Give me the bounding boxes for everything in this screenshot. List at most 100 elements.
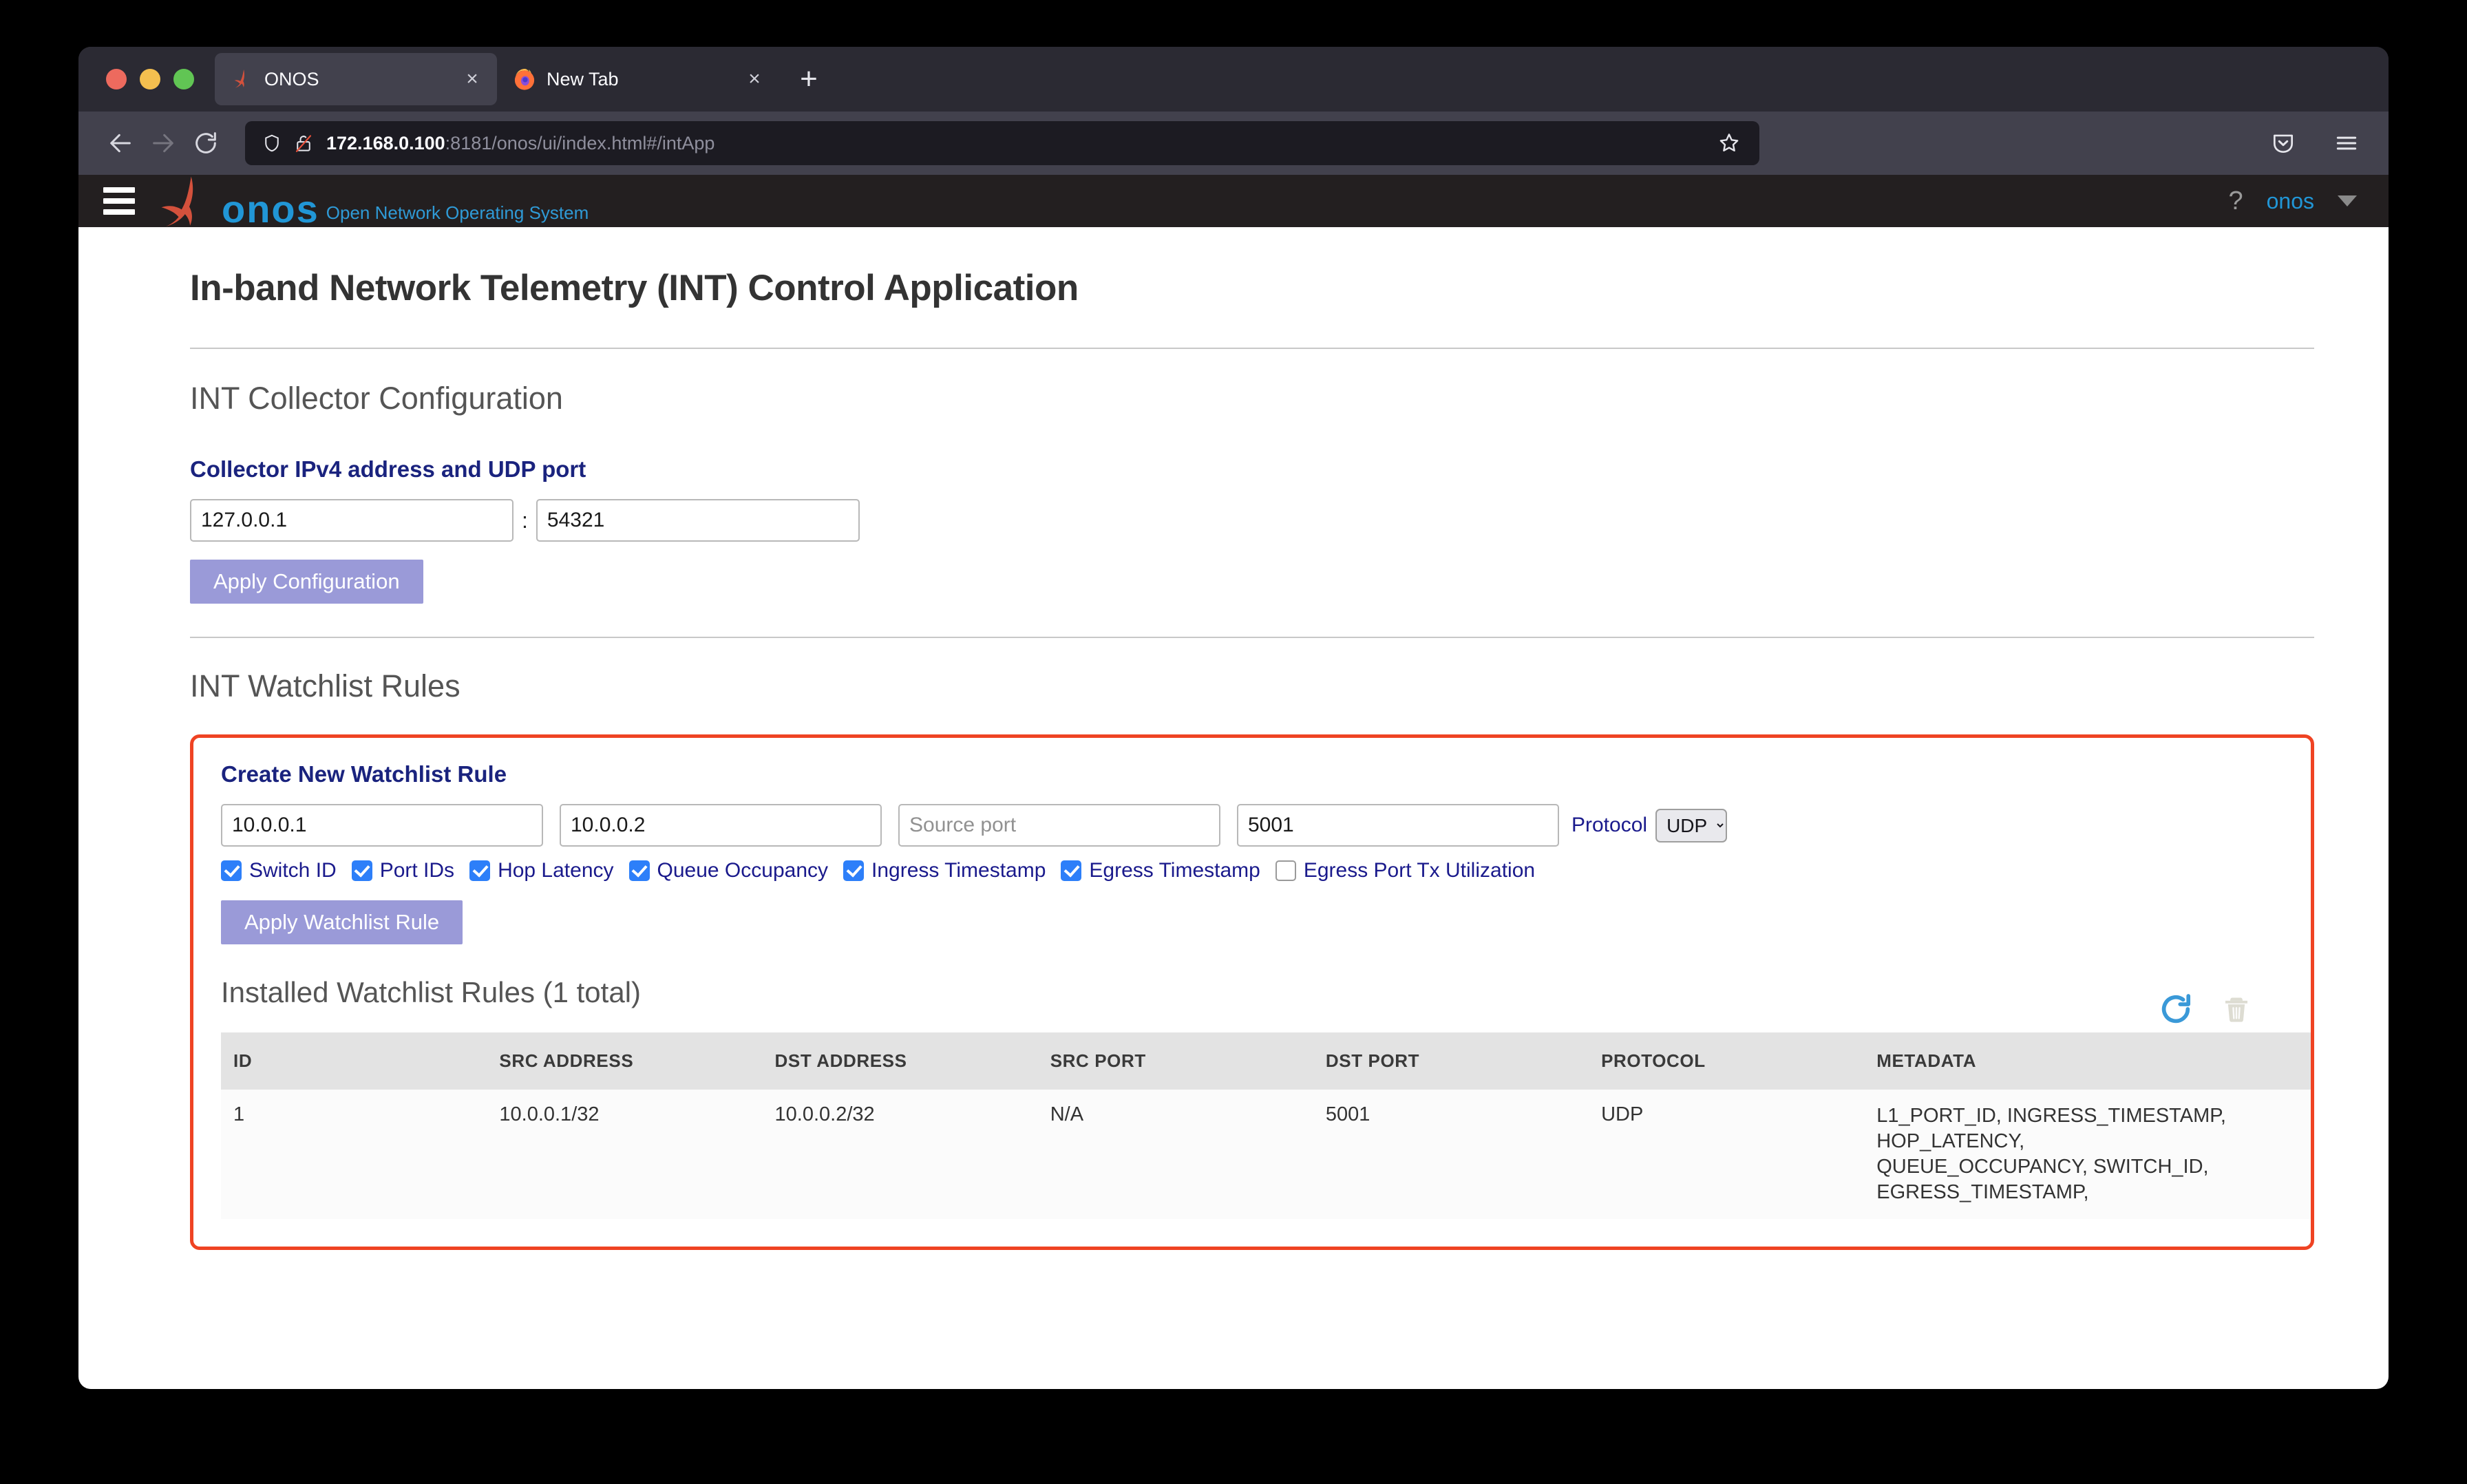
checkbox-ingress-timestamp[interactable] — [843, 860, 864, 881]
onos-masthead: onos Open Network Operating System ? ono… — [78, 175, 2389, 231]
column-header-metadata: METADATA — [1864, 1032, 2311, 1090]
cell-src-port: N/A — [1037, 1090, 1313, 1220]
metadata-checkbox-row: Switch ID Port IDs Hop Latency Queue Occupa… — [221, 859, 2311, 882]
column-header-src-address: SRC ADDRESS — [487, 1032, 763, 1090]
toolbar-right-group — [2248, 122, 2368, 165]
column-header-id: ID — [221, 1032, 487, 1090]
onos-wordmark: onos — [222, 187, 319, 231]
create-watchlist-rule-panel: Create New Watchlist Rule Protocol UDPTC… — [190, 734, 2314, 1251]
cell-id: 1 — [221, 1090, 487, 1220]
metadata-checkbox-item[interactable]: Switch ID — [221, 859, 337, 882]
shield-icon[interactable] — [256, 127, 288, 159]
protocol-label: Protocol — [1571, 814, 1648, 836]
protocol-select[interactable]: UDPTCP — [1655, 808, 1728, 842]
table-action-icons — [2158, 991, 2254, 1027]
checkbox-switch-id[interactable] — [221, 860, 242, 881]
table-row[interactable]: 1 10.0.0.1/32 10.0.0.2/32 N/A 5001 UDP L1_PORT… — [221, 1090, 2311, 1220]
cell-src-address: 10.0.0.1/32 — [487, 1090, 763, 1220]
rule-input-row: Protocol UDPTCP — [221, 804, 2311, 847]
metadata-checkbox-item[interactable]: Egress Port Tx Utilization — [1275, 859, 1535, 882]
create-rule-title: Create New Watchlist Rule — [221, 761, 507, 787]
close-window-button[interactable] — [106, 69, 127, 89]
checkbox-queue-occupancy[interactable] — [628, 860, 650, 881]
window-traffic-lights — [88, 69, 215, 89]
checkbox-label: Ingress Timestamp — [871, 859, 1046, 882]
onos-logo[interactable]: onos Open Network Operating System — [153, 176, 589, 231]
checkbox-label: Switch ID — [249, 859, 337, 882]
checkbox-label: Egress Port Tx Utilization — [1303, 859, 1536, 882]
collector-ip-input[interactable] — [190, 499, 513, 542]
pocket-icon[interactable] — [2262, 122, 2305, 165]
collector-colon: : — [522, 507, 528, 533]
installed-rules-title: Installed Watchlist Rules (1 total) — [221, 976, 642, 1008]
table-body: 1 10.0.0.1/32 10.0.0.2/32 N/A 5001 UDP L1_PORT… — [221, 1090, 2311, 1220]
onos-tagline: Open Network Operating System — [326, 202, 589, 223]
chevron-down-icon[interactable] — [2338, 195, 2357, 206]
column-header-src-port: SRC PORT — [1037, 1032, 1313, 1090]
src-port-input[interactable] — [898, 804, 1220, 847]
column-header-dst-address: DST ADDRESS — [762, 1032, 1038, 1090]
metadata-checkbox-item[interactable]: Port IDs — [351, 859, 454, 882]
table-head: ID SRC ADDRESS DST ADDRESS SRC PORT DST PORT… — [221, 1032, 2311, 1090]
firefox-favicon — [512, 67, 537, 92]
metadata-checkbox-item[interactable]: Hop Latency — [469, 859, 614, 882]
checkbox-port-ids[interactable] — [351, 860, 372, 881]
onos-bird-icon — [161, 176, 193, 226]
address-bar[interactable]: 172.168.0.100:8181/onos/ui/index.html#/i… — [245, 121, 1759, 165]
help-button[interactable]: ? — [2228, 188, 2243, 214]
forward-button[interactable] — [142, 122, 184, 165]
cell-metadata: L1_PORT_ID, INGRESS_TIMESTAMP, HOP_LATEN… — [1864, 1090, 2311, 1220]
tab-title: ONOS — [264, 68, 319, 89]
collector-section-title: INT Collector Configuration — [190, 381, 563, 416]
checkbox-label: Queue Occupancy — [657, 859, 828, 882]
watchlist-section-title: INT Watchlist Rules — [190, 668, 460, 703]
hamburger-icon[interactable] — [103, 187, 135, 215]
metadata-checkbox-item[interactable]: Ingress Timestamp — [843, 859, 1046, 882]
checkbox-egress-port-tx-utilization[interactable] — [1275, 860, 1296, 881]
close-tab-button[interactable]: × — [458, 65, 486, 93]
url-text: 172.168.0.100:8181/onos/ui/index.html#/i… — [326, 133, 1710, 154]
url-path: :8181/onos/ui/index.html#/intApp — [445, 132, 715, 153]
refresh-icon[interactable] — [2158, 991, 2194, 1027]
onos-favicon — [230, 67, 255, 92]
dst-port-input[interactable] — [1237, 804, 1559, 847]
table-header-row: ID SRC ADDRESS DST ADDRESS SRC PORT DST PORT… — [221, 1032, 2311, 1090]
cell-dst-address: 10.0.0.2/32 — [762, 1090, 1038, 1220]
url-host: 172.168.0.100 — [326, 132, 445, 153]
hamburger-menu-icon[interactable] — [2325, 122, 2368, 165]
collector-port-input[interactable] — [536, 499, 860, 542]
tab-strip: ONOS × New Tab × + — [78, 47, 2389, 112]
metadata-checkbox-item[interactable]: Queue Occupancy — [628, 859, 828, 882]
lock-broken-icon[interactable] — [288, 127, 319, 159]
checkbox-hop-latency[interactable] — [469, 860, 491, 881]
apply-configuration-button[interactable]: Apply Configuration — [190, 560, 423, 604]
checkbox-label: Egress Timestamp — [1089, 859, 1260, 882]
browser-tab-onos[interactable]: ONOS × — [215, 53, 497, 105]
cell-protocol: UDP — [1589, 1090, 1865, 1220]
reload-button[interactable] — [184, 122, 227, 165]
src-address-input[interactable] — [221, 804, 543, 847]
minimize-window-button[interactable] — [140, 69, 160, 89]
navigation-toolbar: 172.168.0.100:8181/onos/ui/index.html#/i… — [78, 112, 2389, 175]
metadata-checkbox-item[interactable]: Egress Timestamp — [1061, 859, 1260, 882]
close-tab-button[interactable]: × — [741, 65, 768, 93]
collector-sub-title: Collector IPv4 address and UDP port — [190, 456, 586, 482]
column-header-dst-port: DST PORT — [1313, 1032, 1589, 1090]
cell-dst-port: 5001 — [1313, 1090, 1589, 1220]
page-title: In-band Network Telemetry (INT) Control … — [190, 268, 1079, 308]
dst-address-input[interactable] — [560, 804, 882, 847]
collector-divider — [190, 637, 2314, 638]
title-divider — [190, 348, 2314, 349]
browser-window: ONOS × New Tab × + 172.168.0.100:8181/on… — [78, 47, 2389, 1389]
back-button[interactable] — [99, 122, 142, 165]
trash-icon[interactable] — [2219, 991, 2254, 1027]
browser-tab-newtab[interactable]: New Tab × — [497, 53, 779, 105]
checkbox-label: Hop Latency — [498, 859, 614, 882]
star-icon[interactable] — [1710, 124, 1748, 162]
maximize-window-button[interactable] — [173, 69, 194, 89]
new-tab-button[interactable]: + — [789, 59, 829, 99]
checkbox-egress-timestamp[interactable] — [1061, 860, 1082, 881]
installed-rules-table: ID SRC ADDRESS DST ADDRESS SRC PORT DST PORT… — [221, 1032, 2311, 1220]
user-menu-label[interactable]: onos — [2267, 189, 2314, 214]
apply-watchlist-rule-button[interactable]: Apply Watchlist Rule — [221, 900, 463, 944]
